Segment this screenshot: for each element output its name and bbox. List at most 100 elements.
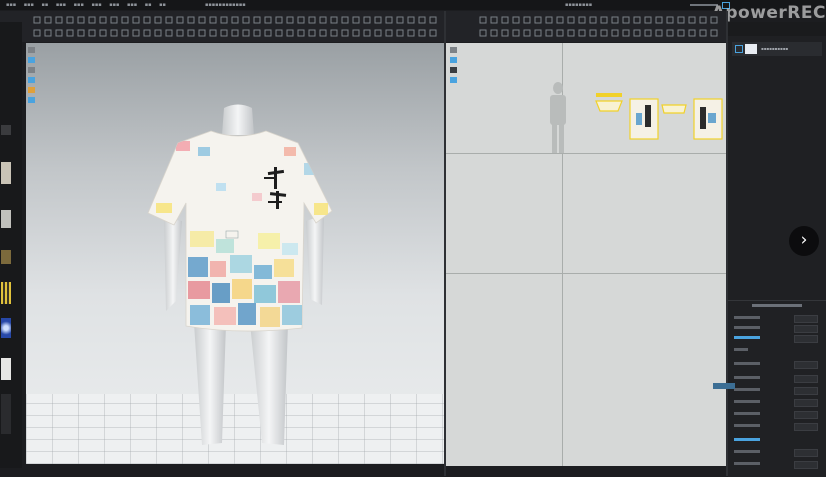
tool-icon[interactable]	[622, 29, 630, 37]
tool-icon[interactable]	[407, 29, 415, 37]
tool-icon[interactable]	[512, 29, 520, 37]
tool-icon[interactable]	[710, 29, 718, 37]
tool-icon[interactable]	[363, 16, 371, 24]
tool-icon[interactable]	[666, 29, 674, 37]
tool-icon[interactable]	[99, 16, 107, 24]
tool-icon[interactable]	[286, 29, 294, 37]
tool-icon[interactable]	[132, 16, 140, 24]
tool-icon[interactable]	[567, 29, 575, 37]
tool-icon[interactable]	[611, 29, 619, 37]
tool-icon[interactable]	[699, 29, 707, 37]
tool-icon[interactable]	[77, 29, 85, 37]
tool-icon[interactable]	[396, 29, 404, 37]
property-row[interactable]	[734, 361, 820, 369]
tool-icon[interactable]	[264, 29, 272, 37]
tool-icon[interactable]	[187, 29, 195, 37]
menu-item[interactable]: ▪▪▪	[127, 0, 137, 10]
tool-icon[interactable]	[121, 29, 129, 37]
menu-item[interactable]: ▪▪	[159, 0, 166, 10]
menu-item[interactable]: ▪▪▪	[56, 0, 66, 10]
tool-icon[interactable]	[545, 29, 553, 37]
chevron-right-icon[interactable]: ›	[789, 226, 819, 256]
fabric-thumbnail[interactable]	[1, 125, 11, 135]
tool-icon[interactable]	[198, 16, 206, 24]
tool-icon[interactable]	[341, 29, 349, 37]
tool-icon[interactable]	[644, 29, 652, 37]
tool-icon[interactable]	[490, 16, 498, 24]
tool-icon[interactable]	[220, 16, 228, 24]
tool-icon[interactable]	[418, 16, 426, 24]
tool-icon[interactable]	[534, 16, 542, 24]
tool-icon[interactable]	[242, 29, 250, 37]
tool-icon[interactable]	[297, 16, 305, 24]
tool-icon[interactable]	[407, 16, 415, 24]
tool-icon[interactable]	[385, 29, 393, 37]
tool-icon[interactable]	[176, 16, 184, 24]
tool-icon[interactable]	[110, 29, 118, 37]
tool-icon[interactable]	[699, 16, 707, 24]
3d-viewport[interactable]	[26, 43, 444, 464]
tool-icon[interactable]	[534, 29, 542, 37]
tool-icon[interactable]	[132, 29, 140, 37]
tool-icon[interactable]	[600, 16, 608, 24]
tool-icon[interactable]	[578, 29, 586, 37]
property-row[interactable]	[734, 375, 820, 383]
tool-icon[interactable]	[501, 16, 509, 24]
toolbar-2d-icons[interactable]	[446, 11, 726, 42]
property-row[interactable]	[734, 335, 820, 343]
tool-icon[interactable]	[688, 29, 696, 37]
tool-icon[interactable]	[209, 29, 217, 37]
tool-icon[interactable]	[666, 16, 674, 24]
tool-icon[interactable]	[44, 16, 52, 24]
tool-icon[interactable]	[165, 16, 173, 24]
menu-item[interactable]: ▪▪	[145, 0, 152, 10]
tool-icon[interactable]	[418, 29, 426, 37]
tool-icon[interactable]	[66, 16, 74, 24]
tool-icon[interactable]	[319, 16, 327, 24]
tool-icon[interactable]	[286, 16, 294, 24]
tool-icon[interactable]	[523, 29, 531, 37]
tool-icon[interactable]	[110, 16, 118, 24]
menu-item[interactable]: ▪▪▪	[109, 0, 119, 10]
tool-icon[interactable]	[490, 29, 498, 37]
tool-icon[interactable]	[308, 16, 316, 24]
menu-item[interactable]: ▪▪▪	[6, 0, 16, 10]
tool-icon[interactable]	[567, 16, 575, 24]
property-row[interactable]	[734, 325, 820, 333]
tool-icon[interactable]	[523, 16, 531, 24]
tool-icon[interactable]	[330, 29, 338, 37]
tool-icon[interactable]	[688, 16, 696, 24]
tool-icon[interactable]	[589, 29, 597, 37]
tool-icon[interactable]	[545, 16, 553, 24]
tool-icon[interactable]	[633, 16, 641, 24]
fabric-thumbnail[interactable]	[1, 358, 11, 380]
pattern-layout[interactable]	[446, 43, 726, 466]
tool-icon[interactable]	[253, 16, 261, 24]
tool-icon[interactable]	[308, 29, 316, 37]
property-row[interactable]	[734, 315, 820, 323]
tool-icon[interactable]	[611, 16, 619, 24]
tool-icon[interactable]	[99, 29, 107, 37]
tool-icon[interactable]	[55, 16, 63, 24]
tool-icon[interactable]	[33, 16, 41, 24]
property-row[interactable]	[734, 347, 820, 353]
property-row[interactable]	[734, 387, 820, 395]
fabric-thumbnail[interactable]	[1, 210, 11, 228]
tool-icon[interactable]	[44, 29, 52, 37]
tool-icon[interactable]	[556, 16, 564, 24]
tool-icon[interactable]	[275, 16, 283, 24]
tool-icon[interactable]	[600, 29, 608, 37]
tool-icon[interactable]	[479, 29, 487, 37]
tool-icon[interactable]	[55, 29, 63, 37]
tool-icon[interactable]	[88, 29, 96, 37]
tool-icon[interactable]	[655, 29, 663, 37]
property-row[interactable]	[734, 423, 820, 431]
fabric-thumbnail[interactable]	[1, 282, 11, 304]
tool-icon[interactable]	[154, 16, 162, 24]
tool-icon[interactable]	[176, 29, 184, 37]
checkbox-icon[interactable]	[735, 45, 743, 53]
tool-icon[interactable]	[363, 29, 371, 37]
fabric-thumbnail[interactable]	[1, 318, 11, 338]
tool-icon[interactable]	[187, 16, 195, 24]
tool-icon[interactable]	[264, 16, 272, 24]
